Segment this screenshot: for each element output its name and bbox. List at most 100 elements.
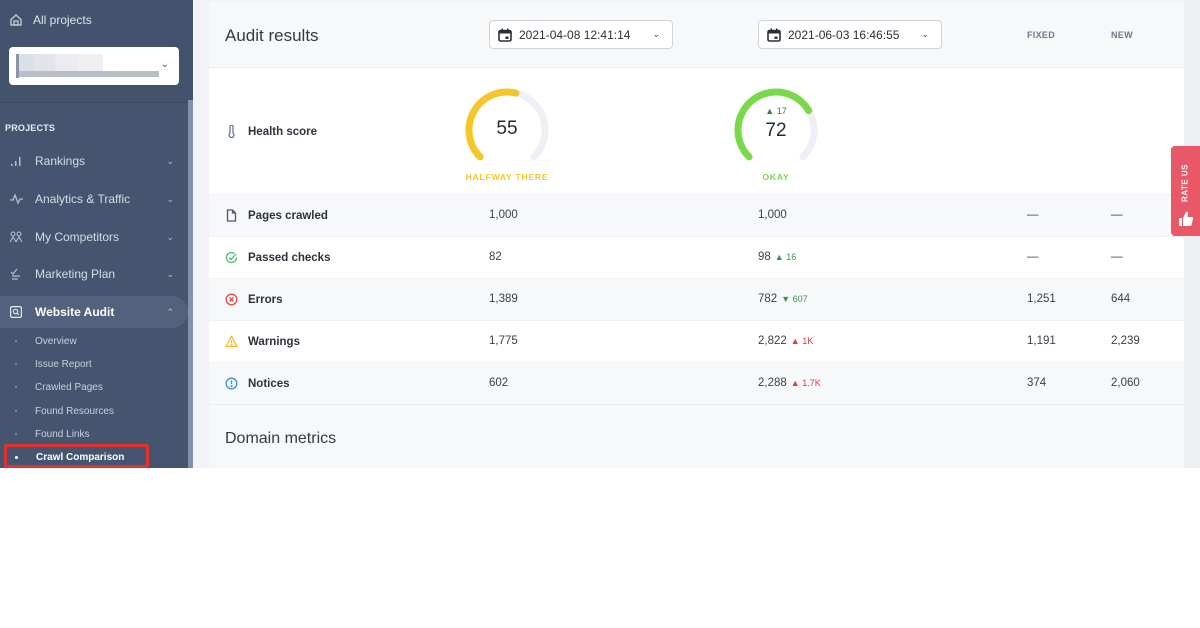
rate-us-label: RATE US bbox=[1180, 163, 1190, 203]
value-first: 82 bbox=[489, 251, 502, 263]
projects-section-label: PROJECTS bbox=[5, 123, 56, 133]
audit-results-card: Audit results 2021-04-08 12:41:14 ⌄ 2021… bbox=[209, 2, 1184, 468]
sidebar-item-label: My Competitors bbox=[35, 230, 120, 244]
bullet-icon bbox=[15, 363, 17, 365]
bullet-icon bbox=[15, 433, 17, 435]
sidebar-item-rankings[interactable]: Rankings ⌄ bbox=[0, 145, 188, 177]
value-second: 1,000 bbox=[758, 209, 787, 221]
app-frame: All projects ⌄ PROJECTS Rankings ⌄ Analy… bbox=[0, 0, 1200, 468]
row-label: Errors bbox=[225, 293, 283, 306]
value-second: 98 ▲ 16 bbox=[758, 251, 797, 263]
sidebar-subitem-found-links[interactable]: Found Links bbox=[0, 424, 188, 444]
value-first: 1,775 bbox=[489, 335, 518, 347]
delta-badge: ▲ 16 bbox=[774, 252, 797, 262]
bullet-icon bbox=[15, 410, 17, 412]
value-fixed: — bbox=[1027, 209, 1039, 221]
row-label: Warnings bbox=[225, 335, 300, 348]
table-row: Warnings 1,775 2,822 ▲ 1K 1,191 2,239 bbox=[209, 320, 1184, 362]
bar-chart-icon bbox=[9, 154, 23, 168]
competitors-icon bbox=[9, 230, 23, 244]
audit-icon bbox=[9, 305, 23, 319]
sidebar-subitem-issue-report[interactable]: Issue Report bbox=[0, 354, 188, 374]
sidebar: All projects ⌄ PROJECTS Rankings ⌄ Analy… bbox=[0, 0, 193, 468]
date-select-second[interactable]: 2021-06-03 16:46:55 ⌄ bbox=[758, 20, 942, 49]
row-label: Passed checks bbox=[225, 251, 330, 264]
chevron-down-icon: ⌄ bbox=[652, 29, 660, 39]
sidebar-subitem-label: Overview bbox=[35, 335, 77, 347]
value-new: 2,239 bbox=[1111, 335, 1140, 347]
sidebar-scrollbar[interactable] bbox=[188, 100, 193, 468]
card-header: Audit results 2021-04-08 12:41:14 ⌄ 2021… bbox=[209, 2, 1184, 68]
error-circle-icon bbox=[225, 293, 238, 306]
sidebar-subitem-crawled-pages[interactable]: Crawled Pages bbox=[0, 377, 188, 397]
health-score-value-second: 72 bbox=[765, 120, 787, 141]
rate-us-button[interactable]: RATE US bbox=[1171, 146, 1200, 236]
value-first: 1,000 bbox=[489, 209, 518, 221]
sidebar-item-label: Marketing Plan bbox=[35, 267, 116, 281]
date-value: 2021-04-08 12:41:14 bbox=[519, 27, 631, 42]
thermometer-icon bbox=[228, 125, 235, 138]
bullet-icon bbox=[15, 386, 17, 388]
table-row: Notices 602 2,288 ▲ 1.7K 374 2,060 bbox=[209, 362, 1184, 404]
chevron-down-icon: ⌄ bbox=[166, 268, 174, 279]
row-label: Pages crawled bbox=[225, 209, 328, 222]
health-status-first: HALFWAY THERE bbox=[465, 172, 549, 182]
domain-metrics-section: Domain metrics bbox=[209, 404, 1184, 468]
bullet-icon bbox=[15, 340, 17, 342]
sidebar-subitem-overview[interactable]: Overview bbox=[0, 331, 188, 351]
sidebar-item-label: Rankings bbox=[35, 154, 86, 168]
value-new: 644 bbox=[1111, 293, 1131, 305]
value-first: 602 bbox=[489, 377, 509, 389]
value-fixed: 1,251 bbox=[1027, 293, 1056, 305]
calendar-icon bbox=[767, 28, 781, 42]
thumb-hand-icon bbox=[1179, 211, 1194, 226]
sidebar-item-marketing-plan[interactable]: Marketing Plan ⌄ bbox=[0, 258, 188, 290]
value-new: — bbox=[1111, 209, 1123, 221]
sidebar-subitem-found-resources[interactable]: Found Resources bbox=[0, 401, 188, 421]
sidebar-item-competitors[interactable]: My Competitors ⌄ bbox=[0, 221, 188, 253]
value-first: 1,389 bbox=[489, 293, 518, 305]
table-row: Pages crawled 1,000 1,000 — — bbox=[209, 194, 1184, 236]
calendar-icon bbox=[498, 28, 512, 42]
date-value: 2021-06-03 16:46:55 bbox=[788, 27, 900, 42]
health-score-delta: ▲ 17 bbox=[765, 106, 787, 116]
value-new: — bbox=[1111, 251, 1123, 263]
warning-triangle-icon bbox=[225, 335, 238, 348]
domain-metrics-title: Domain metrics bbox=[225, 430, 337, 447]
date-select-first[interactable]: 2021-04-08 12:41:14 ⌄ bbox=[489, 20, 673, 49]
chevron-down-icon: ⌄ bbox=[166, 155, 174, 166]
sidebar-subitem-label: Crawled Pages bbox=[35, 381, 103, 393]
chevron-up-icon: ⌃ bbox=[166, 306, 174, 317]
sidebar-item-label: Website Audit bbox=[35, 305, 115, 319]
health-status-second: OKAY bbox=[762, 172, 790, 182]
value-fixed: — bbox=[1027, 251, 1039, 263]
check-circle-icon bbox=[225, 251, 238, 264]
delta-badge: ▲ 1.7K bbox=[790, 378, 821, 388]
project-favicon-blurred bbox=[16, 54, 19, 78]
health-score-value-first: 55 bbox=[496, 118, 518, 139]
health-score-label: Health score bbox=[225, 125, 317, 138]
sidebar-item-label: Analytics & Traffic bbox=[35, 192, 131, 206]
column-header-new: NEW bbox=[1111, 30, 1133, 40]
project-select[interactable]: ⌄ bbox=[9, 47, 179, 85]
value-new: 2,060 bbox=[1111, 377, 1140, 389]
value-fixed: 1,191 bbox=[1027, 335, 1056, 347]
page-title: Audit results bbox=[225, 26, 319, 45]
all-projects-label: All projects bbox=[33, 13, 92, 27]
column-header-fixed: FIXED bbox=[1027, 30, 1056, 40]
sidebar-header: All projects ⌄ bbox=[0, 0, 193, 103]
delta-badge: ▲ 1K bbox=[790, 336, 814, 346]
sidebar-item-website-audit[interactable]: Website Audit ⌃ bbox=[0, 296, 188, 328]
all-projects-link[interactable]: All projects bbox=[9, 13, 92, 27]
table-row: Errors 1,389 782 ▼ 607 1,251 644 bbox=[209, 278, 1184, 320]
value-second: 2,288 ▲ 1.7K bbox=[758, 377, 821, 389]
sidebar-subitem-label: Found Links bbox=[35, 428, 90, 440]
chevron-down-icon: ⌄ bbox=[166, 193, 174, 204]
chevron-down-icon: ⌄ bbox=[160, 59, 169, 70]
home-icon bbox=[10, 14, 22, 26]
sidebar-subitem-label: Issue Report bbox=[35, 358, 92, 370]
page-icon bbox=[226, 209, 237, 222]
highlight-annotation bbox=[4, 444, 149, 468]
sidebar-item-analytics[interactable]: Analytics & Traffic ⌄ bbox=[0, 183, 188, 215]
health-score-row: Health score 55 HALFWAY THERE ▲ 17 72 OK… bbox=[209, 68, 1184, 194]
